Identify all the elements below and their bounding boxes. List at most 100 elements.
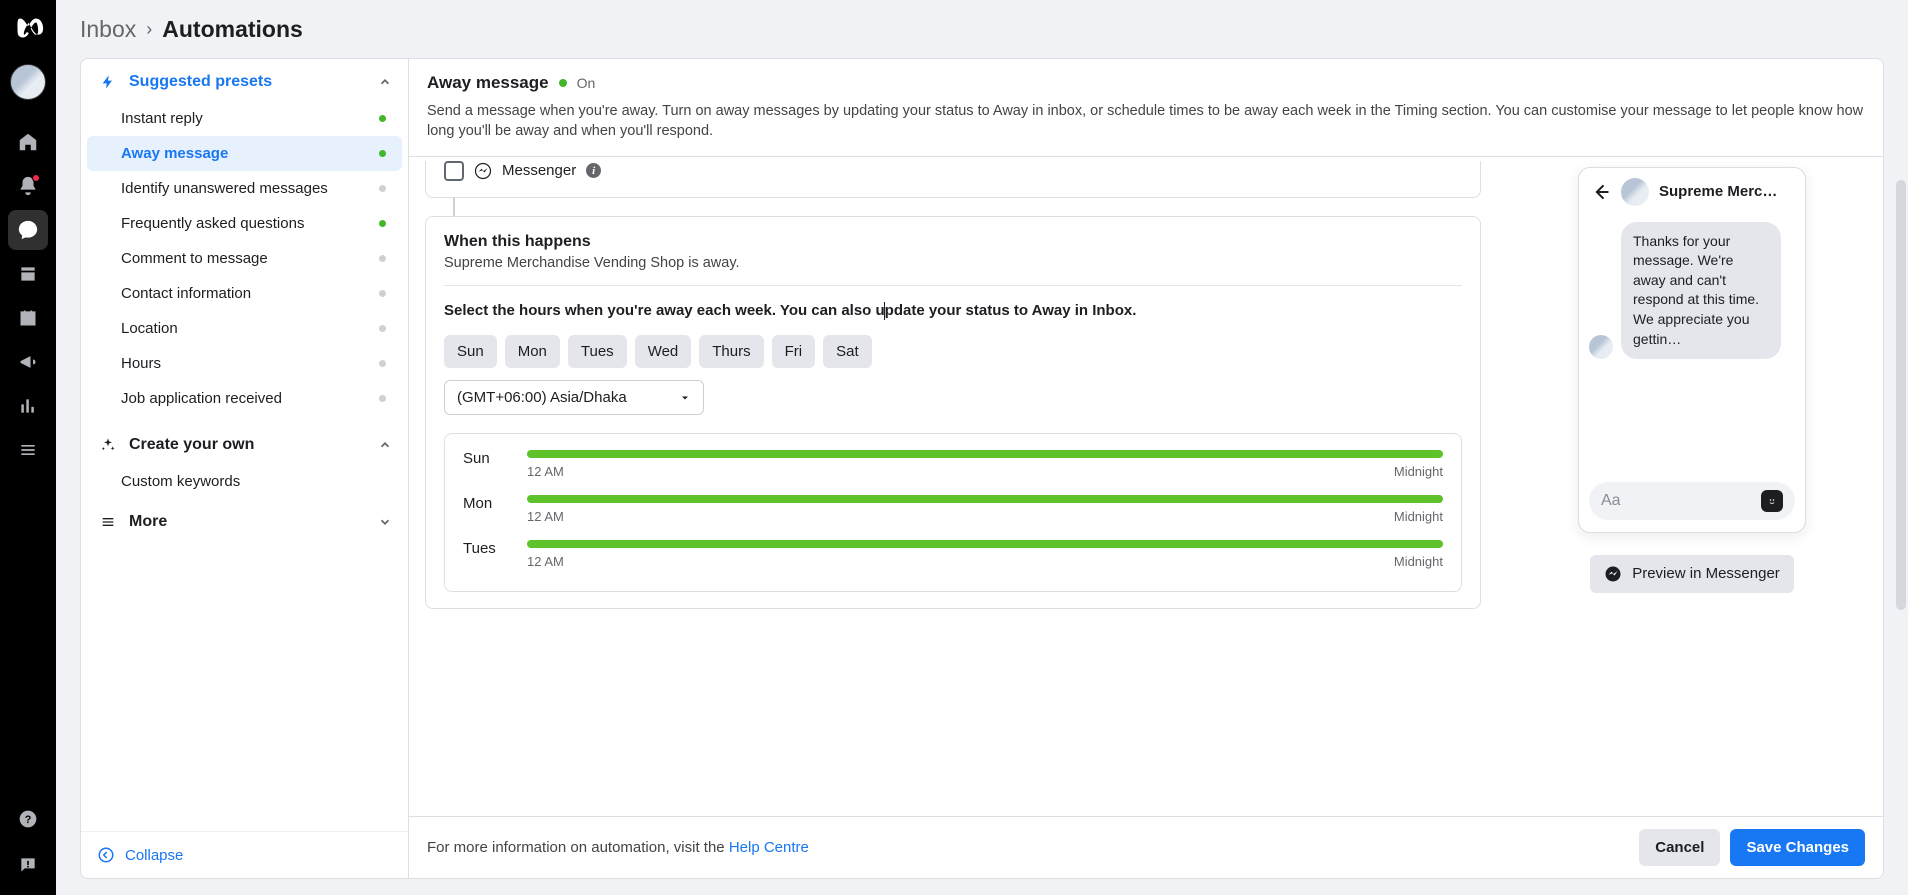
schedule-day-label: Mon: [463, 495, 509, 512]
when-subtitle: Supreme Merchandise Vending Shop is away…: [444, 255, 1462, 271]
day-toggle[interactable]: Sun: [444, 335, 497, 368]
preset-item[interactable]: Instant reply: [87, 101, 402, 136]
status-dot-icon: [379, 150, 386, 157]
day-toggle[interactable]: Wed: [635, 335, 692, 368]
status-dot-icon: [559, 79, 567, 87]
messenger-checkbox[interactable]: [444, 161, 464, 181]
preset-item[interactable]: Contact information: [87, 276, 402, 311]
footer-help-text: For more information on automation, visi…: [427, 839, 809, 856]
chevron-up-icon: [378, 438, 392, 452]
preset-item-label: Away message: [121, 145, 228, 162]
preset-item-label: Job application received: [121, 390, 282, 407]
meta-logo-icon[interactable]: [8, 8, 48, 48]
schedule-day-label: Tues: [463, 540, 509, 557]
messenger-icon: [474, 162, 492, 180]
schedule-end: Midnight: [1394, 464, 1443, 479]
schedule-box: Sun12 AMMidnightMon12 AMMidnightTues12 A…: [444, 433, 1462, 592]
status-label: On: [577, 75, 596, 91]
presets-sidebar: Suggested presets Instant reply Away mess…: [81, 59, 409, 878]
preview-phone: Supreme Merc… Thanks for your message. W…: [1578, 167, 1806, 533]
global-nav-rail: ?: [0, 0, 56, 895]
notification-badge: [32, 174, 40, 182]
schedule-start: 12 AM: [527, 554, 564, 569]
collapse-button[interactable]: Collapse: [81, 831, 408, 878]
status-dot-icon: [379, 290, 386, 297]
select-hours-text: Select the hours when you're away each w…: [444, 300, 1462, 322]
schedule-end: Midnight: [1394, 554, 1443, 569]
automation-title: Away message: [427, 73, 549, 93]
cancel-button[interactable]: Cancel: [1639, 829, 1720, 866]
when-card: When this happens Supreme Merchandise Ve…: [425, 216, 1481, 610]
sparkle-icon: [97, 437, 119, 453]
preview-in-messenger-button[interactable]: Preview in Messenger: [1590, 555, 1794, 593]
status-dot-icon: [379, 325, 386, 332]
preset-item[interactable]: Job application received: [87, 381, 402, 416]
status-dot-icon: [379, 115, 386, 122]
preset-item-label: Instant reply: [121, 110, 203, 127]
preview-avatar: [1621, 178, 1649, 206]
help-centre-link[interactable]: Help Centre: [729, 839, 809, 856]
preview-input: Aa: [1589, 482, 1795, 520]
when-title: When this happens: [444, 233, 1462, 251]
nav-feedback-icon[interactable]: [8, 845, 48, 885]
day-toggle-row: SunMonTuesWedThurs FriSat: [444, 335, 1462, 368]
preset-item[interactable]: Identify unanswered messages: [87, 171, 402, 206]
preset-item[interactable]: Custom keywords: [87, 464, 402, 499]
schedule-start: 12 AM: [527, 509, 564, 524]
section-create-your-own[interactable]: Create your own: [81, 422, 408, 464]
day-toggle[interactable]: Tues: [568, 335, 627, 368]
svg-text:?: ?: [25, 814, 32, 826]
nav-more-icon[interactable]: [8, 430, 48, 470]
info-icon[interactable]: i: [586, 163, 601, 178]
account-avatar[interactable]: [10, 64, 46, 100]
preset-item-label: Contact information: [121, 285, 251, 302]
schedule-bar[interactable]: [527, 450, 1443, 458]
preset-item-label: Frequently asked questions: [121, 215, 304, 232]
breadcrumb: Inbox › Automations: [56, 0, 1908, 58]
day-toggle[interactable]: Fri: [772, 335, 816, 368]
nav-posts-icon[interactable]: [8, 254, 48, 294]
preset-item[interactable]: Location: [87, 311, 402, 346]
schedule-start: 12 AM: [527, 464, 564, 479]
preview-page-name: Supreme Merc…: [1659, 183, 1793, 200]
status-dot-icon: [379, 360, 386, 367]
nav-inbox-icon[interactable]: [8, 210, 48, 250]
preview-message-bubble: Thanks for your message. We're away and …: [1621, 222, 1781, 360]
caret-down-icon: [679, 392, 691, 404]
preset-item[interactable]: Away message: [87, 136, 402, 171]
chevron-down-icon: [378, 515, 392, 529]
nav-planner-icon[interactable]: [8, 298, 48, 338]
messenger-label: Messenger: [502, 162, 576, 179]
preset-item[interactable]: Comment to message: [87, 241, 402, 276]
preset-item-label: Location: [121, 320, 178, 337]
section-more[interactable]: More: [81, 499, 408, 541]
nav-help-icon[interactable]: ?: [8, 799, 48, 839]
preset-item[interactable]: Hours: [87, 346, 402, 381]
preset-item[interactable]: Frequently asked questions: [87, 206, 402, 241]
save-button[interactable]: Save Changes: [1730, 829, 1865, 866]
breadcrumb-inbox[interactable]: Inbox: [80, 16, 136, 43]
nav-notifications-icon[interactable]: [8, 166, 48, 206]
preview-back-icon[interactable]: [1591, 182, 1611, 202]
day-toggle[interactable]: Sat: [823, 335, 872, 368]
day-toggle[interactable]: Thurs: [699, 335, 763, 368]
nav-home-icon[interactable]: [8, 122, 48, 162]
section-suggested-presets[interactable]: Suggested presets: [81, 59, 408, 101]
automation-description: Send a message when you're away. Turn on…: [427, 101, 1865, 142]
nav-insights-icon[interactable]: [8, 386, 48, 426]
timezone-select[interactable]: (GMT+06:00) Asia/Dhaka: [444, 380, 704, 415]
day-toggle[interactable]: Mon: [505, 335, 560, 368]
status-dot-icon: [379, 185, 386, 192]
schedule-end: Midnight: [1394, 509, 1443, 524]
lightning-icon: [97, 74, 119, 90]
messenger-icon: [1604, 565, 1622, 583]
list-icon: [97, 514, 119, 530]
nav-ads-icon[interactable]: [8, 342, 48, 382]
status-dot-icon: [379, 395, 386, 402]
text-caret: [884, 302, 885, 320]
breadcrumb-automations: Automations: [162, 16, 303, 43]
schedule-bar[interactable]: [527, 495, 1443, 503]
status-dot-icon: [379, 220, 386, 227]
sticker-icon: [1761, 490, 1783, 512]
schedule-bar[interactable]: [527, 540, 1443, 548]
